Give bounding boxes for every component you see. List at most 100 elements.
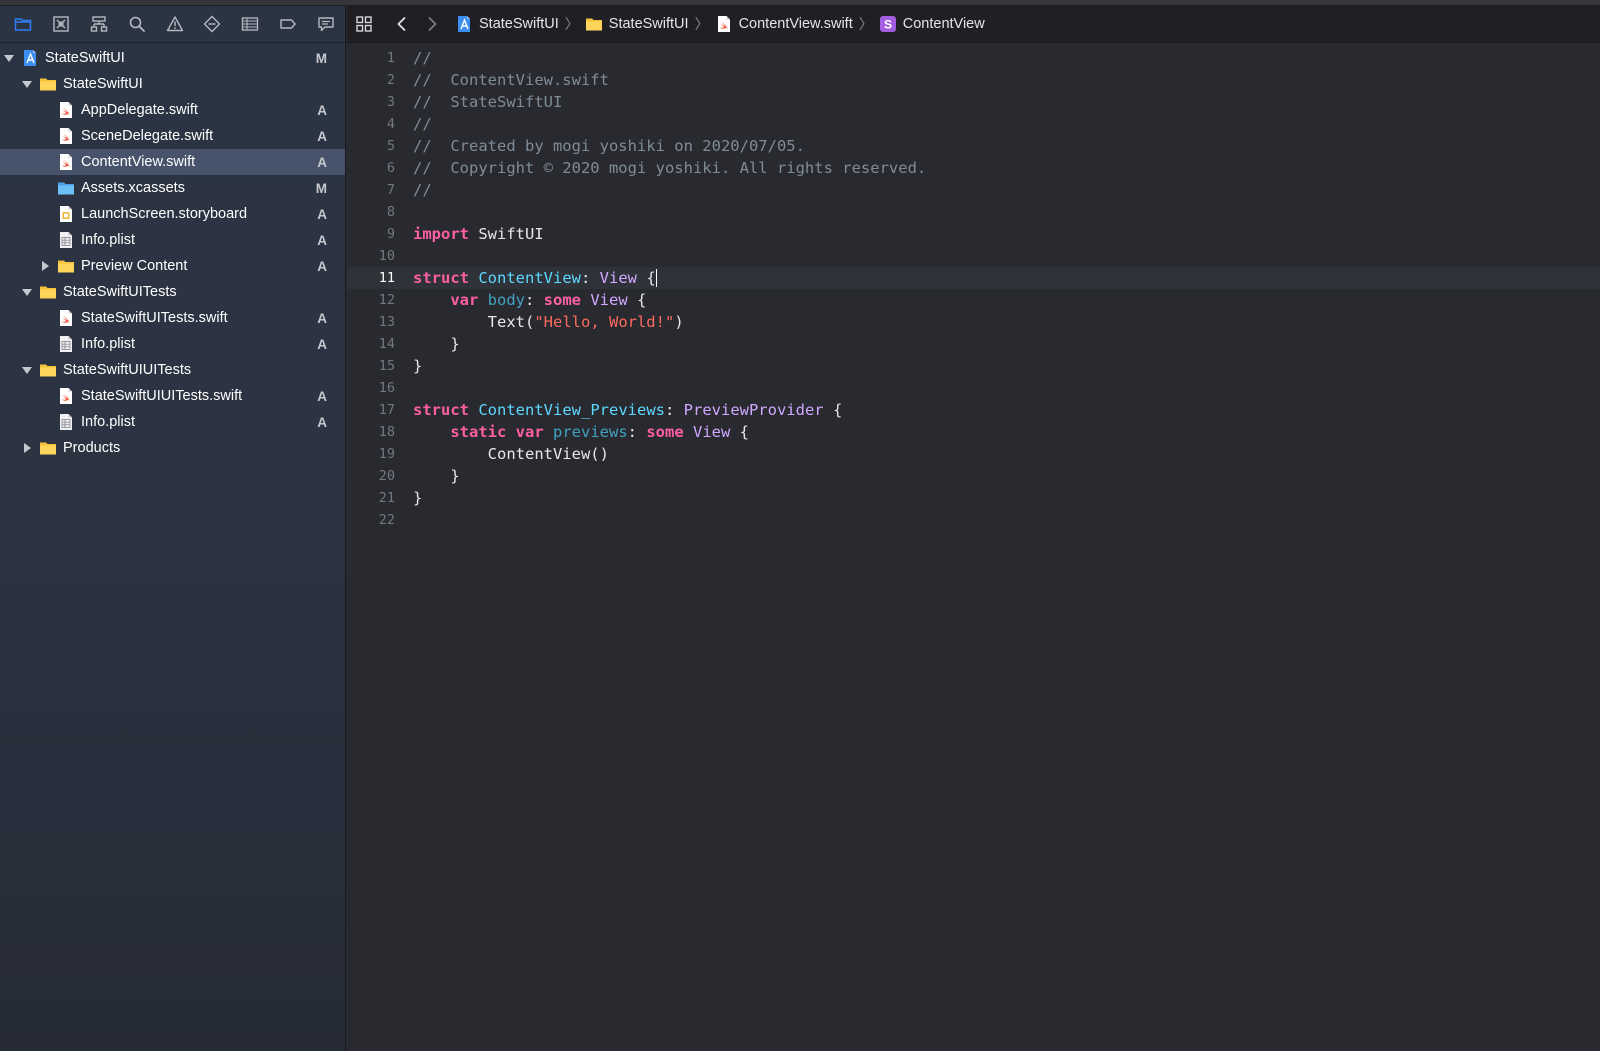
- code-token-comment: // Created by mogi yoshiki on 2020/07/05…: [413, 137, 805, 155]
- test-navigator-icon: [203, 15, 221, 33]
- tree-item-label: AppDelegate.swift: [81, 102, 198, 118]
- disclosure-open-icon[interactable]: [20, 285, 34, 299]
- code-line[interactable]: 10: [347, 245, 1600, 267]
- related-items-button[interactable]: [347, 9, 381, 39]
- disclosure-open-icon[interactable]: [2, 51, 16, 65]
- tree-row[interactable]: ContentView.swift A: [0, 149, 345, 175]
- disclosure-open-icon[interactable]: [20, 363, 34, 377]
- storyboard-file-icon: [57, 205, 75, 223]
- code-line[interactable]: 21}: [347, 487, 1600, 509]
- code-line[interactable]: 9 import SwiftUI: [347, 223, 1600, 245]
- line-number: 1: [386, 50, 395, 66]
- disclosure-closed-icon[interactable]: [20, 441, 34, 455]
- line-content: }: [413, 357, 422, 375]
- tree-row[interactable]: Products: [0, 435, 345, 461]
- breadcrumb-item[interactable]: ContentView.swift: [715, 15, 853, 33]
- breadcrumb-separator-icon: 〉: [694, 16, 709, 32]
- line-number: 15: [378, 358, 395, 374]
- code-token-keyword: var: [450, 291, 479, 309]
- breadcrumb-label: ContentView.swift: [738, 16, 853, 32]
- tree-row[interactable]: StateSwiftUI M: [0, 45, 345, 71]
- plist-file-icon: [57, 231, 75, 249]
- line-content: }: [413, 489, 422, 507]
- tree-row[interactable]: StateSwiftUITests: [0, 279, 345, 305]
- disclosure-open-icon[interactable]: [20, 77, 34, 91]
- source-control-status-badge: A: [317, 337, 327, 352]
- code-line[interactable]: 13 Text("Hello, World!"): [347, 311, 1600, 333]
- breadcrumb-item[interactable]: StateSwiftUI: [455, 15, 559, 33]
- source-control-navigator-tab[interactable]: [42, 9, 80, 39]
- breadcrumb-item[interactable]: S ContentView: [879, 15, 985, 33]
- symbol-navigator-icon: [90, 15, 108, 33]
- code-token-sys: View: [590, 291, 628, 309]
- source-editor: StateSwiftUI 〉 StateSwiftUI 〉 ContentView.sw…: [347, 6, 1600, 1051]
- code-line[interactable]: 17 struct ContentView_Previews: PreviewPr…: [347, 399, 1600, 421]
- tree-row[interactable]: LaunchScreen.storyboard A: [0, 201, 345, 227]
- disclosure-closed-icon[interactable]: [38, 259, 52, 273]
- report-navigator-tab[interactable]: [307, 9, 345, 39]
- code-line[interactable]: 7 //: [347, 179, 1600, 201]
- tree-row[interactable]: SceneDelegate.swift A: [0, 123, 345, 149]
- tree-row[interactable]: Preview Content A: [0, 253, 345, 279]
- tree-row[interactable]: StateSwiftUITests.swift A: [0, 305, 345, 331]
- project-navigator-tab[interactable]: [4, 9, 42, 39]
- tree-row[interactable]: StateSwiftUIUITests.swift A: [0, 383, 345, 409]
- line-content: //: [413, 49, 432, 67]
- line-number: 7: [386, 182, 395, 198]
- line-number: 14: [378, 336, 395, 352]
- line-number: 10: [378, 248, 395, 264]
- code-line[interactable]: 2 // ContentView.swift: [347, 69, 1600, 91]
- breakpoint-navigator-tab[interactable]: [269, 9, 307, 39]
- tree-row[interactable]: StateSwiftUIUITests: [0, 357, 345, 383]
- line-number: 5: [386, 138, 395, 154]
- tree-row[interactable]: Assets.xcassets M: [0, 175, 345, 201]
- source-control-status-badge: A: [317, 207, 327, 222]
- code-line[interactable]: 5 // Created by mogi yoshiki on 2020/07/0…: [347, 135, 1600, 157]
- code-line[interactable]: 6 // Copyright © 2020 mogi yoshiki. All r…: [347, 157, 1600, 179]
- code-line[interactable]: 1 //: [347, 47, 1600, 69]
- debug-navigator-tab[interactable]: [231, 9, 269, 39]
- source-control-navigator-icon: [52, 15, 70, 33]
- code-line[interactable]: 4 //: [347, 113, 1600, 135]
- code-token-plain: :: [664, 401, 684, 419]
- code-line[interactable]: 8: [347, 201, 1600, 223]
- code-line[interactable]: 11 struct ContentView: View {: [347, 267, 1600, 289]
- tree-row[interactable]: Info.plist A: [0, 409, 345, 435]
- issue-navigator-tab[interactable]: [156, 9, 194, 39]
- code-line[interactable]: 15}: [347, 355, 1600, 377]
- line-number: 6: [386, 160, 395, 176]
- find-navigator-tab[interactable]: [118, 9, 156, 39]
- code-line[interactable]: 22: [347, 509, 1600, 531]
- code-line[interactable]: 19 ContentView(): [347, 443, 1600, 465]
- jump-bar: StateSwiftUI 〉 StateSwiftUI 〉 ContentView.sw…: [347, 6, 1600, 43]
- code-token-comment: //: [413, 115, 432, 133]
- code-token-plain: ): [674, 313, 684, 331]
- code-line[interactable]: 3 // StateSwiftUI: [347, 91, 1600, 113]
- tree-row[interactable]: Info.plist A: [0, 227, 345, 253]
- code-token-plain: Text(: [487, 313, 535, 331]
- line-content: //: [413, 115, 432, 133]
- forward-button[interactable]: [417, 9, 447, 39]
- code-area[interactable]: 1 // 2 // ContentView.swift 3 // StateSwiftUI…: [347, 43, 1600, 531]
- breadcrumb-separator-icon: 〉: [564, 16, 579, 32]
- breadcrumb-separator-icon: 〉: [858, 16, 873, 32]
- tree-row[interactable]: AppDelegate.swift A: [0, 97, 345, 123]
- breadcrumb-item[interactable]: StateSwiftUI: [585, 15, 689, 33]
- line-content: ContentView(): [413, 445, 609, 463]
- code-line[interactable]: 16: [347, 377, 1600, 399]
- tree-row[interactable]: StateSwiftUI: [0, 71, 345, 97]
- back-button[interactable]: [387, 9, 417, 39]
- svg-text:S: S: [884, 18, 892, 32]
- code-line[interactable]: 18 static var previews: some View {: [347, 421, 1600, 443]
- tree-row[interactable]: Info.plist A: [0, 331, 345, 357]
- symbol-navigator-tab[interactable]: [80, 9, 118, 39]
- code-line[interactable]: 12 var body: some View {: [347, 289, 1600, 311]
- code-line[interactable]: 14 }: [347, 333, 1600, 355]
- line-number: 9: [386, 226, 395, 242]
- tree-item-label: StateSwiftUIUITests.swift: [81, 388, 243, 404]
- test-navigator-tab[interactable]: [193, 9, 231, 39]
- code-line[interactable]: 20 }: [347, 465, 1600, 487]
- code-token-plain: :: [581, 268, 600, 287]
